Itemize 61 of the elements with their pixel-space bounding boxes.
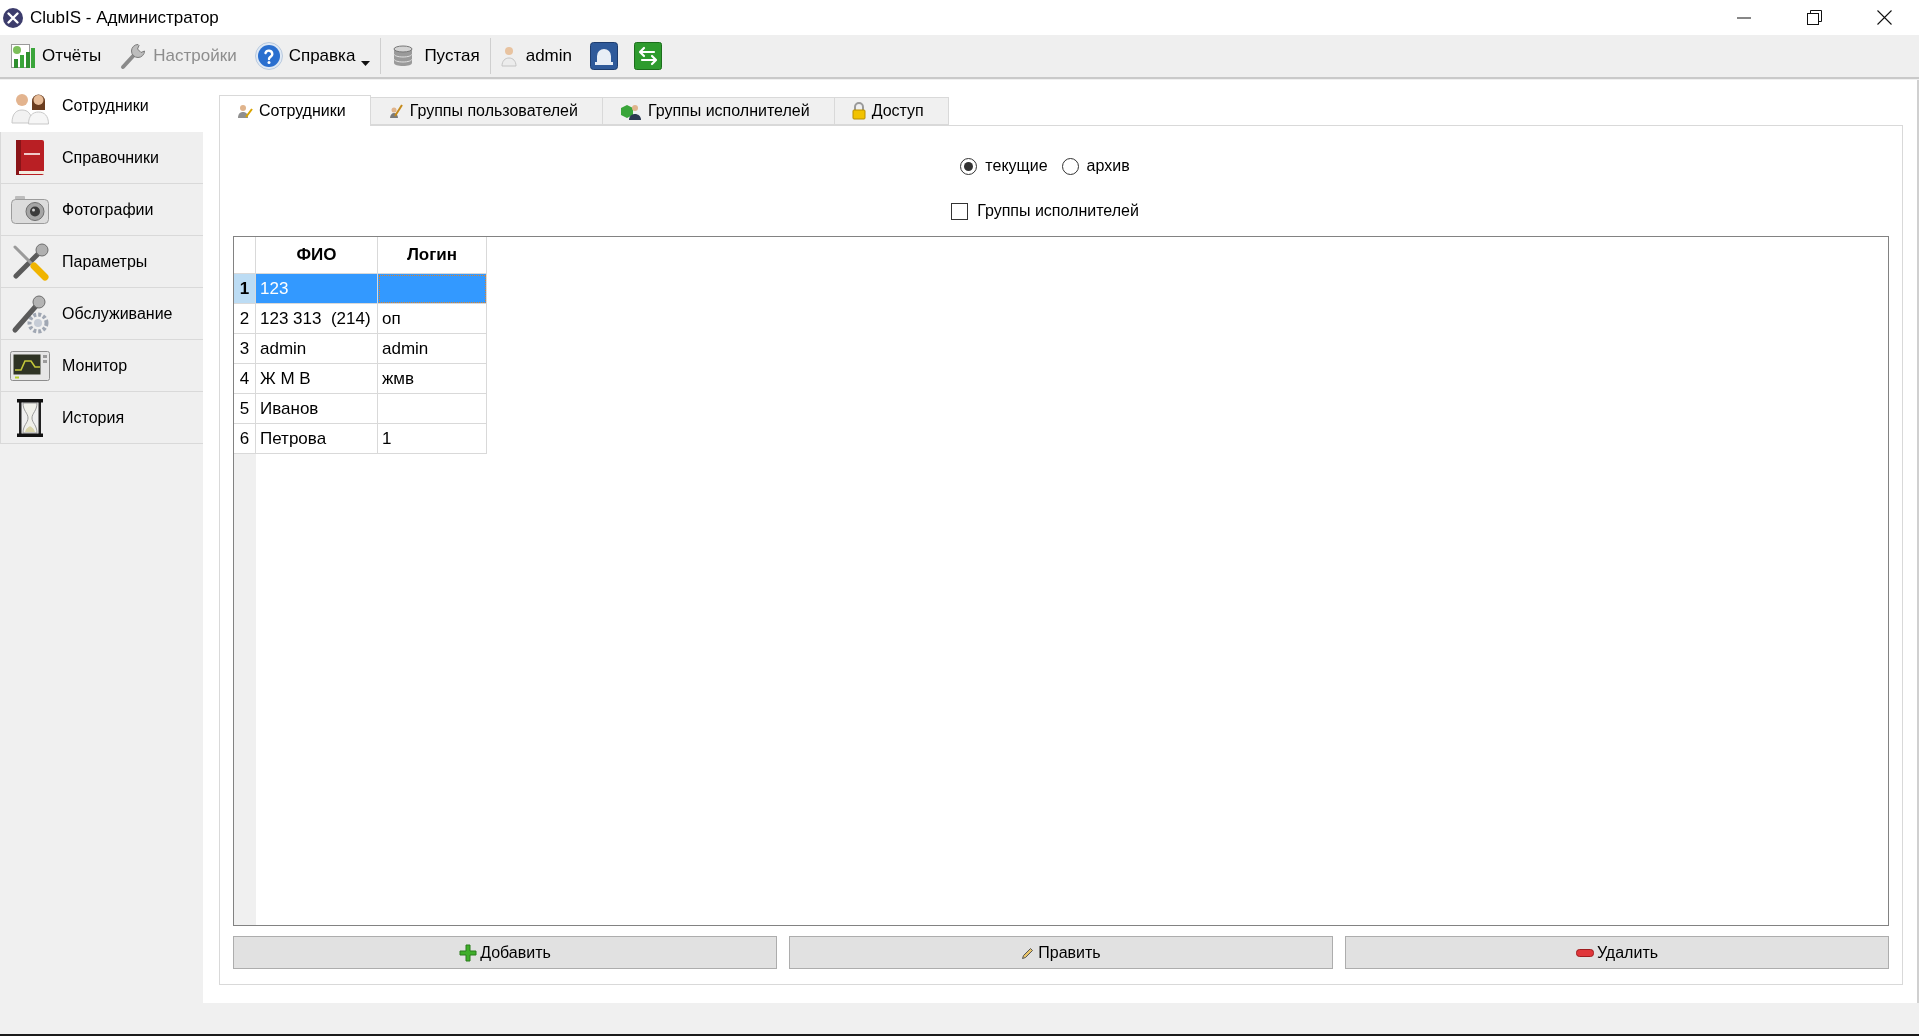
- table-row[interactable]: 5 Иванов: [234, 394, 487, 424]
- table-cell: Петрова: [256, 424, 378, 454]
- toolbar-button[interactable]: Отчёты: [10, 39, 102, 73]
- row-number: 6: [234, 424, 256, 454]
- radio-label[interactable]: архив: [1061, 154, 1130, 178]
- table-row[interactable]: 1 123: [234, 274, 487, 304]
- padlock-icon: [851, 102, 866, 120]
- sidebar-item[interactable]: История: [0, 392, 203, 444]
- table-row[interactable]: 6 Петрова 1: [234, 424, 487, 454]
- sidebar-item[interactable]: Справочники: [0, 132, 203, 184]
- tab[interactable]: Группы исполнителей: [602, 97, 835, 125]
- sidebar-item[interactable]: Сотрудники: [0, 80, 203, 132]
- toolbar-button[interactable]: [590, 42, 618, 70]
- radio-button[interactable]: [960, 157, 978, 175]
- minus-icon: [1575, 948, 1594, 957]
- delete-button[interactable]: Удалить: [1345, 936, 1889, 969]
- tab[interactable]: Группы пользователей: [370, 97, 603, 125]
- sidebar-item[interactable]: Обслуживание: [0, 288, 203, 340]
- sidebar-item[interactable]: Фотографии: [0, 184, 203, 236]
- plus-icon: [459, 943, 478, 962]
- wrench-gear-icon: [10, 293, 50, 334]
- toolbar-label: Пустая: [424, 45, 480, 68]
- row-number: 2: [234, 304, 256, 334]
- checkbox[interactable]: [951, 202, 969, 220]
- window-title: ClubIS - Администратор: [30, 6, 219, 29]
- table-row[interactable]: 2 123 313 (214) оп: [234, 304, 487, 334]
- toolbar-label: admin: [525, 45, 572, 68]
- tab[interactable]: Сотрудники: [219, 95, 371, 126]
- lock-icon: [590, 42, 618, 70]
- pen-person-icon: [387, 103, 404, 119]
- pencil-icon: [1021, 945, 1036, 960]
- row-number: 5: [234, 394, 256, 424]
- user-icon: [500, 45, 517, 67]
- table-row[interactable]: 4 Ж М В жмв: [234, 364, 487, 394]
- sidebar-item[interactable]: Параметры: [0, 236, 203, 288]
- person-cube-icon: [619, 102, 642, 120]
- checkbox-label[interactable]: Группы исполнителей: [951, 199, 1139, 223]
- wrench-icon: [119, 42, 148, 70]
- close-icon: [1876, 10, 1892, 25]
- restore-icon: [1806, 10, 1822, 25]
- sidebar-item[interactable]: Монитор: [0, 340, 203, 392]
- row-number: 4: [234, 364, 256, 394]
- minimize-icon: [1737, 16, 1751, 19]
- radio-button[interactable]: [1061, 157, 1079, 175]
- person-pencil-icon: [237, 103, 253, 119]
- swap-arrows-icon: [634, 42, 662, 70]
- table-cell: 1: [378, 424, 487, 454]
- add-button[interactable]: Добавить: [233, 936, 777, 969]
- toolbar-button[interactable]: Справка: [254, 39, 371, 73]
- help-icon: [254, 42, 283, 70]
- radio-label[interactable]: текущие: [960, 154, 1048, 178]
- wrench-screwdriver-icon: [10, 241, 50, 282]
- tab[interactable]: Доступ: [834, 97, 949, 125]
- row-number: 3: [234, 334, 256, 364]
- caret-icon: [361, 61, 371, 66]
- toolbar-button[interactable]: [634, 42, 662, 70]
- row-number: 1: [234, 274, 256, 304]
- app-logo-icon: [3, 7, 23, 28]
- table-row[interactable]: 3 admin admin: [234, 334, 487, 364]
- edit-button[interactable]: Править: [789, 936, 1333, 969]
- chart-report-icon: [10, 43, 36, 69]
